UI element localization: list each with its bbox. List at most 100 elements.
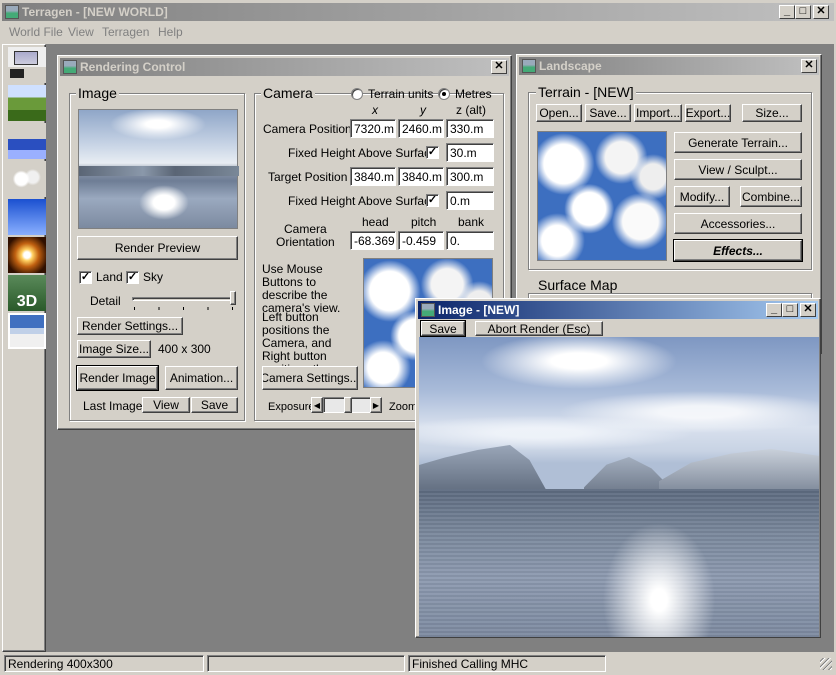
accessories-button[interactable]: Accessories... [674, 213, 802, 234]
exposure-thumb[interactable] [344, 397, 352, 413]
view-sculpt-button[interactable]: View / Sculpt... [674, 159, 802, 180]
render-settings-button[interactable]: Render Settings... [77, 317, 183, 335]
lighting-icon[interactable] [8, 237, 46, 273]
image-size-button[interactable]: Image Size... [77, 340, 151, 358]
target-x-field[interactable]: 3840.m [350, 167, 396, 186]
col-head-label: head [362, 215, 389, 229]
mouse-help-text-1: Use Mouse Buttons to describe the camera… [262, 262, 341, 315]
water-surface [419, 489, 819, 637]
last-image-label: Last Image: [83, 399, 146, 413]
last-image-view-button[interactable]: View [142, 397, 190, 413]
camera-settings-button[interactable]: Camera Settings... [262, 366, 358, 390]
rendering-control-titlebar[interactable]: Rendering Control [60, 58, 509, 76]
camera-orientation-label: Camera Orientation [276, 222, 335, 249]
col-bank-label: bank [458, 215, 485, 229]
image-window-icon [421, 303, 435, 317]
image-window-minimize-button[interactable]: _ [766, 303, 782, 317]
terrain-import-button[interactable]: Import... [634, 104, 682, 122]
abort-render-button[interactable]: Abort Render (Esc) [475, 321, 603, 336]
terrain-preview[interactable] [537, 131, 667, 261]
menu-terragen[interactable]: Terragen [102, 25, 149, 39]
land-checkbox[interactable]: ✓ [79, 271, 92, 284]
terrain-units-label: Terrain units [368, 87, 434, 101]
menu-help[interactable]: Help [158, 25, 183, 39]
close-button[interactable]: ✕ [813, 5, 829, 19]
combine-button[interactable]: Combine... [740, 186, 802, 207]
detail-slider-track[interactable] [132, 297, 236, 301]
target-z-field[interactable]: 300.m [446, 167, 494, 186]
sky-checkbox[interactable]: ✓ [126, 271, 139, 284]
image-window-close-button[interactable]: ✕ [800, 303, 816, 317]
status-bar: Rendering 400x300 Finished Calling MHC [0, 653, 836, 675]
image-window-titlebar[interactable]: Image - [NEW] [418, 301, 818, 319]
rendering-control-title: Rendering Control [80, 60, 186, 74]
head-field[interactable]: -68.369 [350, 231, 396, 250]
last-image-save-button[interactable]: Save [191, 397, 238, 413]
sky-icon[interactable] [8, 199, 46, 235]
3d-preview-icon[interactable]: 3D [8, 275, 46, 311]
image-size-value: 400 x 300 [158, 342, 211, 356]
landscape-window-icon [522, 59, 536, 73]
camera-z-field[interactable]: 330.m [446, 119, 494, 138]
animation-button[interactable]: Animation... [165, 366, 238, 390]
fixed-height-target-label: Fixed Height Above Surface [288, 194, 437, 208]
clouds-icon[interactable] [8, 161, 46, 197]
image-window-maximize-button[interactable]: □ [782, 303, 798, 317]
render-preview-button[interactable]: Render Preview [77, 236, 238, 260]
surface-map-title: Surface Map [536, 277, 620, 293]
pitch-field[interactable]: -0.459 [398, 231, 444, 250]
col-y-label: y [420, 103, 426, 117]
exposure-right-arrow[interactable]: ▶ [370, 397, 382, 413]
sky-label: Sky [143, 270, 164, 284]
fixed-height-camera-field[interactable]: 30.m [446, 143, 494, 162]
camera-position-label: Camera Position [263, 122, 352, 136]
menu-view[interactable]: View [68, 25, 94, 39]
resize-grip[interactable] [820, 658, 832, 670]
terrain-save-button[interactable]: Save... [585, 104, 631, 122]
metres-label: Metres [455, 87, 492, 101]
image-icon[interactable] [8, 313, 46, 349]
zoom-label: Zoom [389, 401, 418, 413]
terrain-export-button[interactable]: Export... [685, 104, 731, 122]
landscape-close-button[interactable]: ✕ [801, 59, 817, 73]
landscape-titlebar[interactable]: Landscape [519, 57, 819, 75]
render-image-button[interactable]: Render Image [76, 365, 159, 391]
detail-label: Detail [90, 294, 121, 308]
bank-field[interactable]: 0. [446, 231, 494, 250]
camera-y-field[interactable]: 2460.m [398, 119, 444, 138]
fixed-height-target-field[interactable]: 0.m [446, 191, 494, 210]
fixed-height-camera-checkbox[interactable]: ✓ [426, 146, 439, 159]
render-preview-image [78, 109, 239, 229]
metres-radio[interactable] [438, 88, 450, 100]
maximize-button[interactable]: □ [795, 5, 811, 19]
image-group-title: Image [76, 85, 119, 101]
app-title: Terragen - [NEW WORLD] [22, 5, 168, 19]
terrain-open-button[interactable]: Open... [536, 104, 582, 122]
terrain-size-button[interactable]: Size... [742, 104, 802, 122]
effects-button[interactable]: Effects... [673, 239, 803, 262]
exposure-left-arrow[interactable]: ◀ [311, 397, 323, 413]
detail-slider-thumb[interactable] [230, 291, 236, 305]
fixed-height-camera-label: Fixed Height Above Surface [288, 146, 437, 160]
menu-world-file[interactable]: World File [9, 25, 63, 39]
image-save-button[interactable]: Save [420, 320, 466, 337]
rendering-control-icon[interactable] [8, 47, 46, 83]
landscape-title: Landscape [539, 59, 602, 73]
tool-palette: 3D [2, 44, 46, 652]
generate-terrain-button[interactable]: Generate Terrain... [674, 132, 802, 153]
status-panel-left: Rendering 400x300 [4, 655, 204, 672]
rendering-control-close-button[interactable]: ✕ [491, 60, 507, 74]
image-window: Image - [NEW] _ □ ✕ Save Abort Render (E… [415, 298, 821, 638]
modify-button[interactable]: Modify... [674, 186, 730, 207]
app-titlebar[interactable]: Terragen - [NEW WORLD] [2, 3, 834, 21]
target-y-field[interactable]: 3840.m [398, 167, 444, 186]
terrain-units-radio[interactable] [351, 88, 363, 100]
camera-x-field[interactable]: 7320.m [350, 119, 396, 138]
menu-bar: World File View Terragen Help [0, 22, 836, 42]
landscape-icon[interactable] [8, 85, 46, 121]
fixed-height-target-checkbox[interactable]: ✓ [426, 194, 439, 207]
terragen-app-icon [5, 5, 19, 19]
rendering-control-window-icon [63, 60, 77, 74]
minimize-button[interactable]: _ [779, 5, 795, 19]
water-icon[interactable] [8, 123, 46, 159]
